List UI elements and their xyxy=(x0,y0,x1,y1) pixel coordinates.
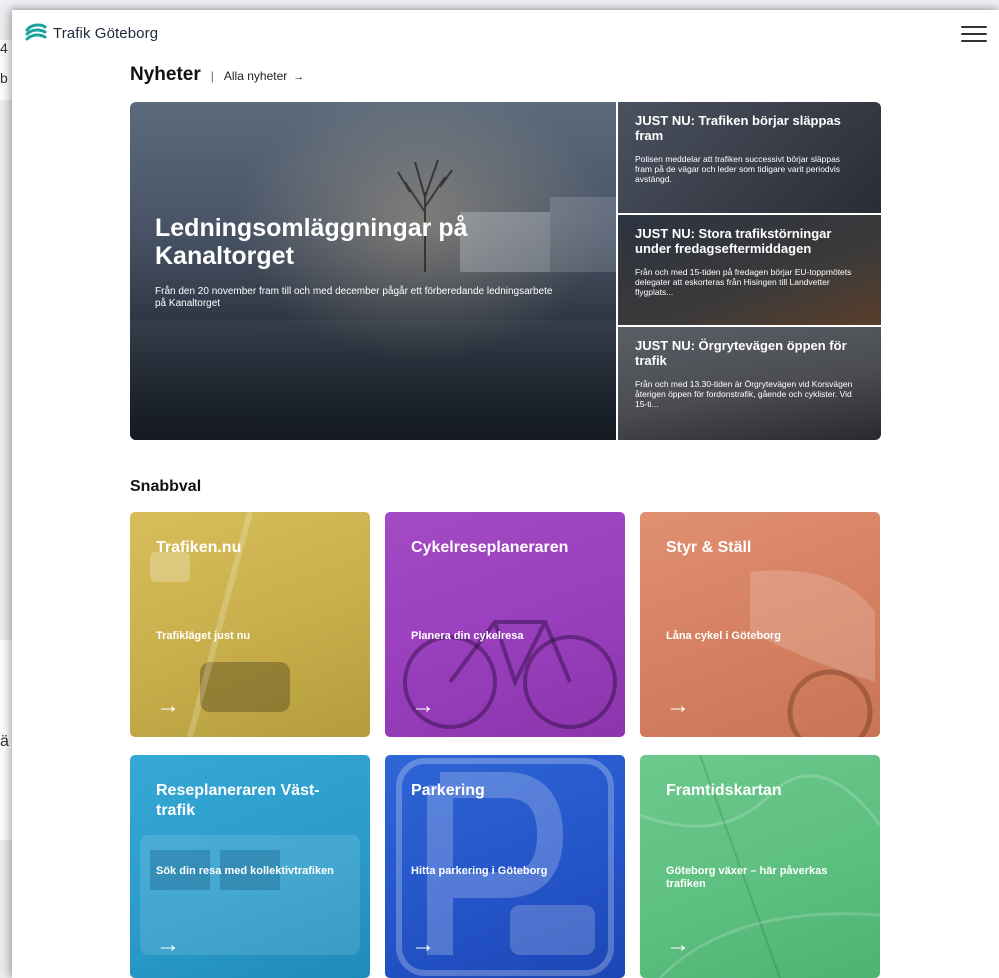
side-news-card[interactable]: JUST NU: Trafiken börjar släppas fram Po… xyxy=(618,102,881,213)
side-news-title: JUST NU: Stora trafikstörningar under fr… xyxy=(635,226,832,256)
tile-subtitle: Göteborg växer – här påverkas trafiken xyxy=(666,865,828,890)
arrow-right-icon: → xyxy=(666,931,690,958)
tile-subtitle: Låna cykel i Göteborg xyxy=(666,630,781,642)
side-news-text: Från och med 15-tiden på fredagen börjar… xyxy=(635,267,852,297)
hero-news-card[interactable]: Ledningsomläggningar på Kanaltorget Från… xyxy=(130,102,616,440)
news-header: Nyheter | Alla nyheter → xyxy=(130,64,304,86)
trafik-goteborg-logo-icon xyxy=(25,23,47,41)
hamburger-menu-icon[interactable] xyxy=(961,24,987,44)
side-news-title: JUST NU: Trafiken börjar släppas fram xyxy=(635,113,841,143)
arrow-right-icon: → xyxy=(156,692,180,719)
site-logo[interactable]: Trafik Göteborg xyxy=(25,22,158,44)
background-text: b xyxy=(0,70,8,86)
side-news-card[interactable]: JUST NU: Stora trafikstörningar under fr… xyxy=(618,215,881,325)
tile-subtitle: Hitta parkering i Göteborg xyxy=(411,865,548,877)
tile-subtitle: Trafikläget just nu xyxy=(156,630,251,642)
arrow-right-icon: → xyxy=(293,71,305,83)
tile-cykelreseplaneraren[interactable]: Cykelreseplaneraren Planera din cykelres… xyxy=(385,512,625,737)
tile-styr-och-stall[interactable]: Styr & Ställ Låna cykel i Göteborg → xyxy=(640,512,880,737)
browser-window: Trafik Göteborg Nyheter | Alla nyheter →… xyxy=(12,10,999,978)
news-title: Nyheter xyxy=(130,64,201,85)
tile-title: Trafiken.nu xyxy=(156,539,242,556)
quick-links-title: Snabbval xyxy=(130,478,202,495)
side-news-card[interactable]: JUST NU: Örgrytevägen öppen för trafik F… xyxy=(618,327,881,440)
hero-description: Från den 20 november fram till och med d… xyxy=(155,286,553,309)
side-news-text: Från och med 13.30-tiden är Örgrytevägen… xyxy=(635,379,853,409)
hero-road-shape xyxy=(130,320,616,440)
background-text: ä xyxy=(0,733,9,750)
tile-title: Reseplaneraren Väst-trafik xyxy=(156,782,320,819)
tile-title: Styr & Ställ xyxy=(666,539,752,556)
tile-title: Cykelreseplaneraren xyxy=(411,539,569,556)
arrow-right-icon: → xyxy=(411,931,435,958)
tile-trafiken-nu[interactable]: Trafiken.nu Trafikläget just nu → xyxy=(130,512,370,737)
tile-framtidskartan[interactable]: Framtidskartan Göteborg växer – här påve… xyxy=(640,755,880,978)
hero-building-shape xyxy=(550,197,616,272)
side-news-text: Polisen meddelar att trafiken successivt… xyxy=(635,154,841,184)
tile-parkering[interactable]: Parkering Hitta parkering i Göteborg → xyxy=(385,755,625,978)
news-separator: | xyxy=(210,69,214,83)
arrow-right-icon: → xyxy=(156,931,180,958)
tile-title: Parkering xyxy=(411,782,485,799)
arrow-right-icon: → xyxy=(411,692,435,719)
arrow-right-icon: → xyxy=(666,692,690,719)
tile-subtitle: Sök din resa med kollektivtrafiken xyxy=(156,865,334,877)
all-news-link[interactable]: Alla nyheter xyxy=(224,69,287,83)
tile-subtitle: Planera din cykelresa xyxy=(411,630,524,642)
side-news-title: JUST NU: Örgrytevägen öppen för trafik xyxy=(635,338,847,368)
tile-title: Framtidskartan xyxy=(666,782,782,799)
background-text: 4 xyxy=(0,40,8,56)
hero-title: Ledningsomläggningar på Kanaltorget xyxy=(155,214,468,270)
logo-text: Trafik Göteborg xyxy=(53,24,159,42)
top-bar: Trafik Göteborg xyxy=(12,10,999,60)
tile-reseplaneraren-vasttrafik[interactable]: Reseplaneraren Väst-trafik Sök din resa … xyxy=(130,755,370,978)
